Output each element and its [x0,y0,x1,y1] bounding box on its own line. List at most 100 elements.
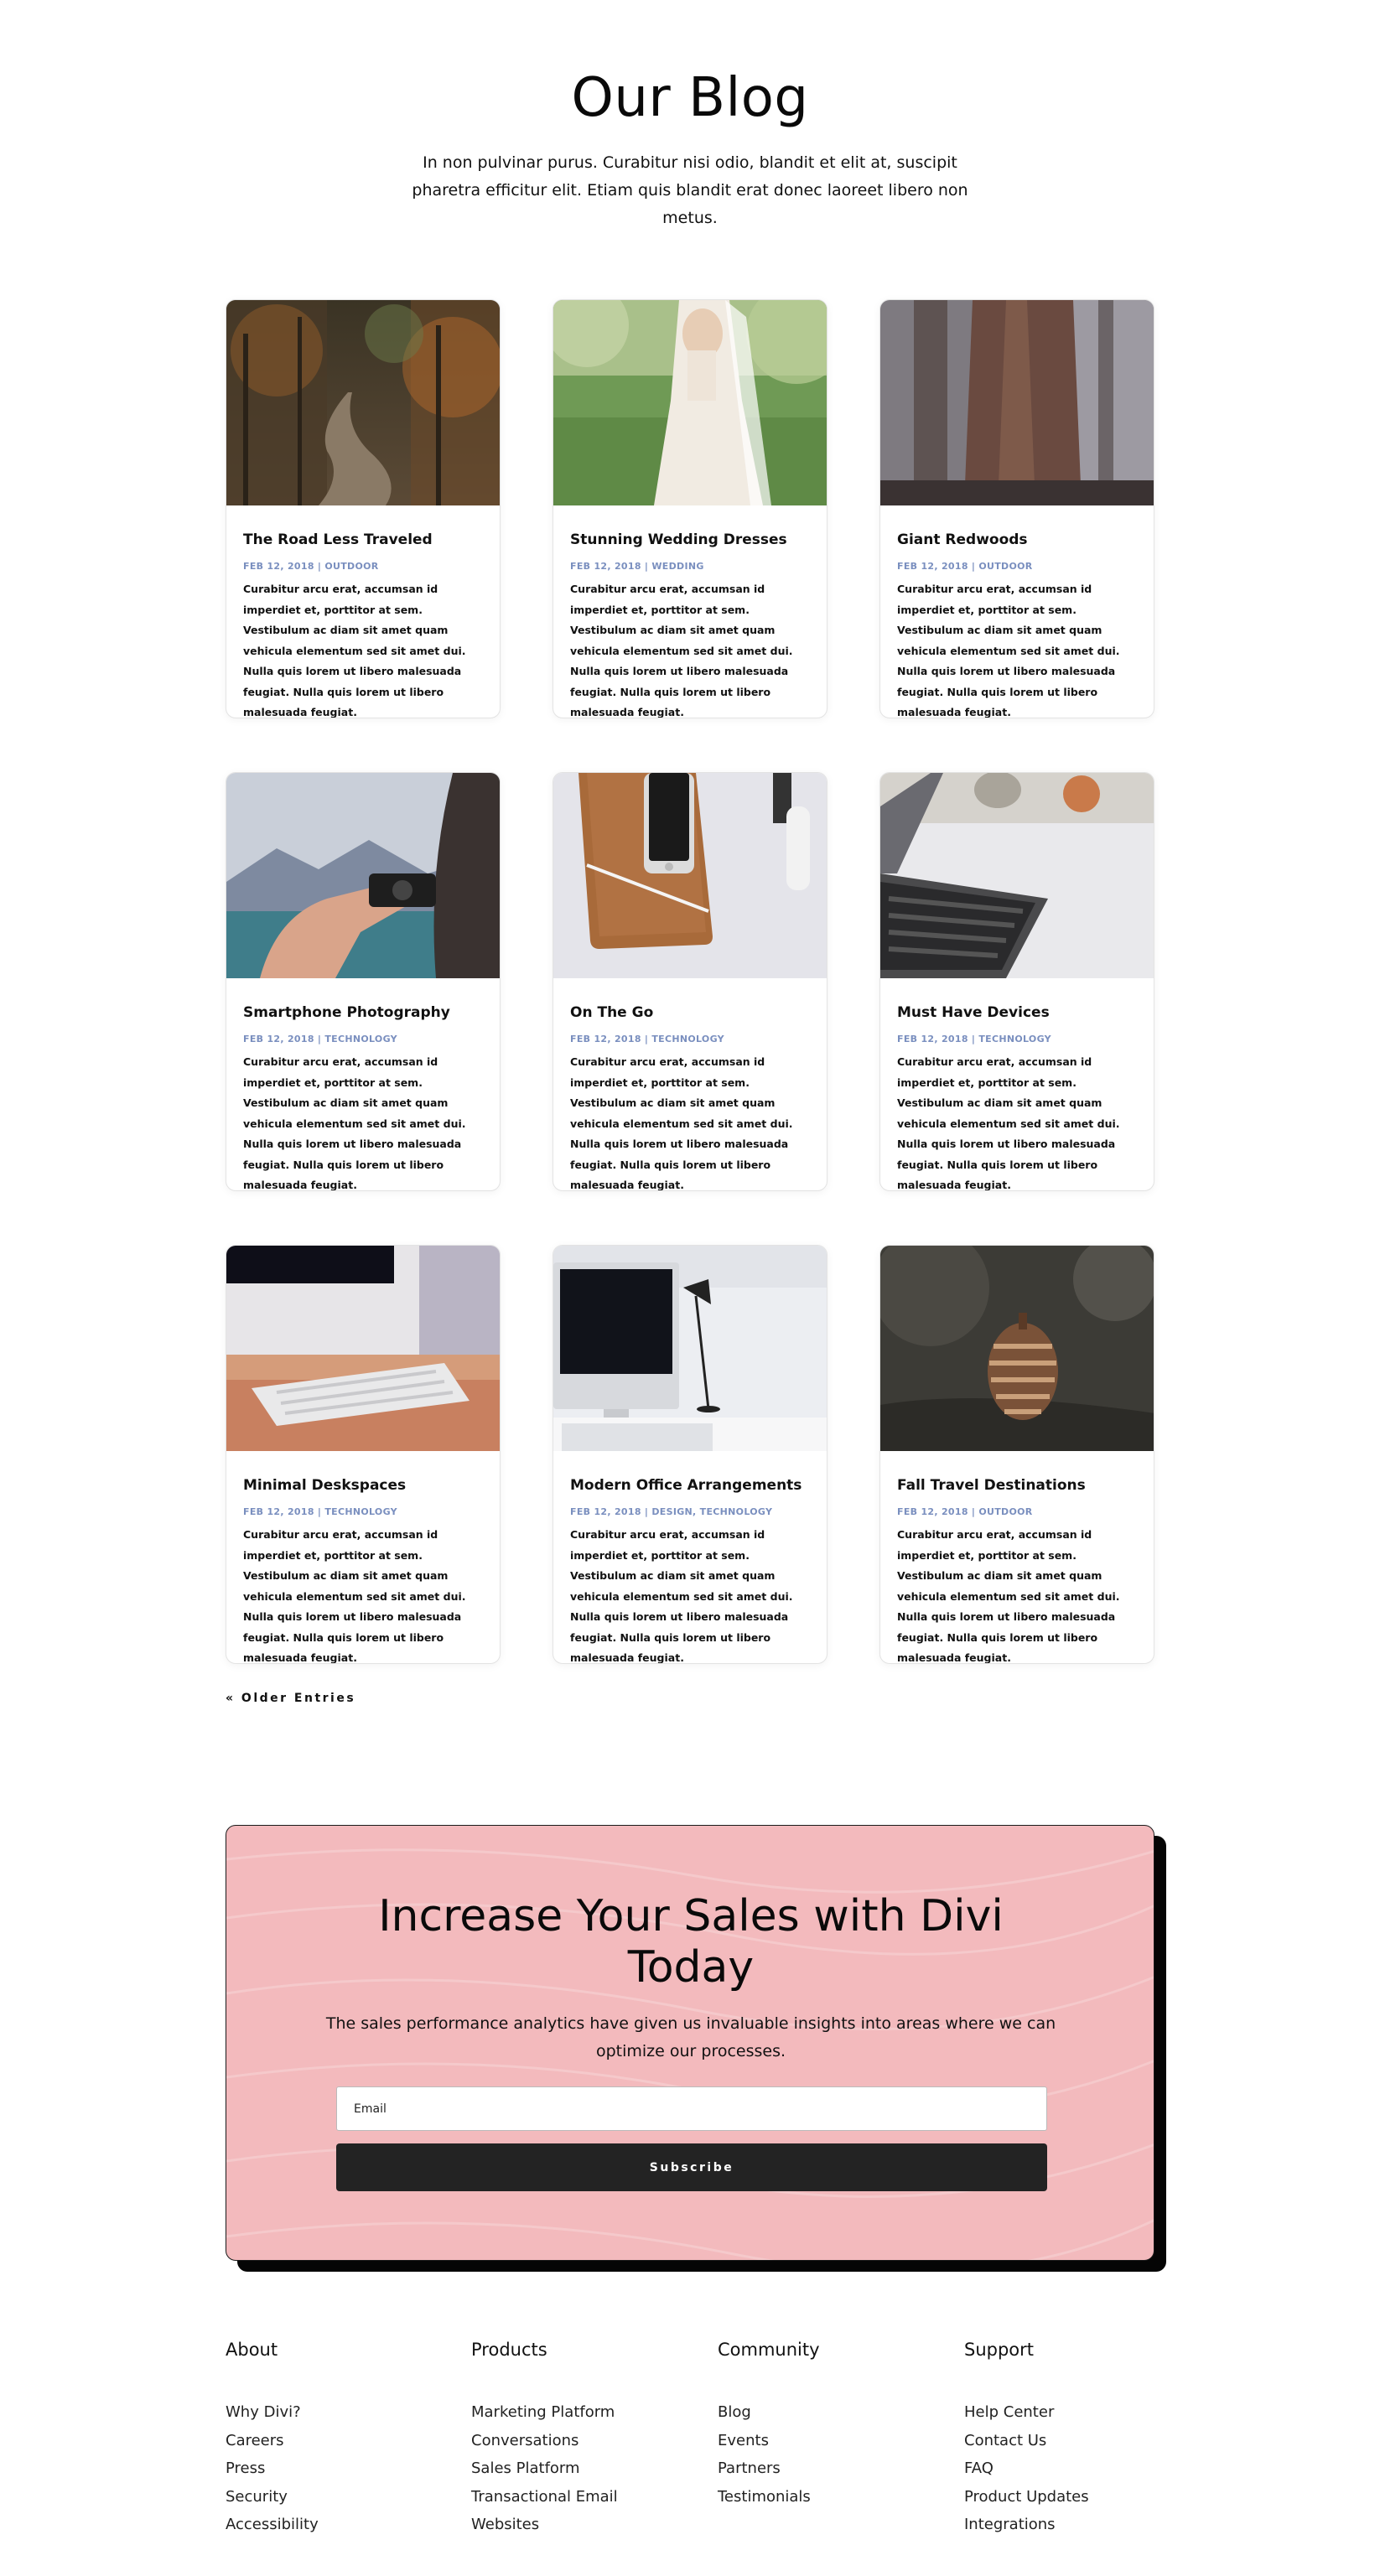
post-category-link[interactable]: OUTDOOR [978,561,1032,572]
footer-link[interactable]: Blog [718,2403,751,2421]
post-excerpt: Curabitur arcu erat, accumsan id imperdi… [897,583,1120,718]
footer-column-community: Community Blog Events Partners Testimoni… [718,2339,952,2511]
post-card[interactable]: Minimal Deskspaces FEB 12, 2018 | TECHNO… [226,1245,501,1664]
post-date: FEB 12, 2018 [897,1506,968,1517]
post-image-tablet-phone[interactable] [553,773,827,978]
footer-link[interactable]: Help Center [964,2403,1054,2421]
post-meta: FEB 12, 2018 | TECHNOLOGY [897,1034,1051,1044]
post-date: FEB 12, 2018 [570,561,641,572]
email-field[interactable] [336,2086,1047,2131]
footer-link[interactable]: Why Divi? [226,2403,301,2421]
post-card[interactable]: Giant Redwoods FEB 12, 2018 | OUTDOOR Cu… [879,299,1154,718]
footer-link[interactable]: Transactional Email [471,2488,618,2506]
footer-heading: About [226,2340,278,2360]
post-excerpt: Curabitur arcu erat, accumsan id imperdi… [897,1528,1120,1664]
footer-link[interactable]: Contact Us [964,2432,1046,2449]
post-meta: FEB 12, 2018 | OUTDOOR [897,1506,1033,1517]
page-title: Our Blog [571,67,809,129]
post-category-link[interactable]: DESIGN, TECHNOLOGY [651,1506,772,1517]
post-image-forest-road[interactable] [226,300,501,505]
newsletter-cta: Increase Your Sales with Divi Today The … [226,1825,1154,2261]
post-card[interactable]: Stunning Wedding Dresses FEB 12, 2018 | … [553,299,827,718]
post-image-office-desk[interactable] [553,1246,827,1451]
post-date: FEB 12, 2018 [570,1034,641,1044]
post-category-link[interactable]: WEDDING [651,561,703,572]
post-card[interactable]: On The Go FEB 12, 2018 | TECHNOLOGY Cura… [553,772,827,1191]
footer-link[interactable]: Events [718,2432,769,2449]
footer-heading: Community [718,2340,820,2360]
post-card[interactable]: Must Have Devices FEB 12, 2018 | TECHNOL… [879,772,1154,1191]
post-excerpt: Curabitur arcu erat, accumsan id imperdi… [570,1528,793,1664]
footer-heading: Support [964,2340,1035,2360]
post-card[interactable]: Smartphone Photography FEB 12, 2018 | TE… [226,772,501,1191]
footer-link[interactable]: Product Updates [964,2488,1089,2506]
footer-link[interactable]: Websites [471,2516,539,2533]
post-title[interactable]: Stunning Wedding Dresses [570,531,813,548]
post-title[interactable]: Modern Office Arrangements [570,1477,813,1494]
footer-link[interactable]: Integrations [964,2516,1056,2533]
post-title[interactable]: Giant Redwoods [897,531,1140,548]
post-category-link[interactable]: TECHNOLOGY [978,1034,1051,1044]
post-image-redwoods[interactable] [880,300,1154,505]
footer-link[interactable]: FAQ [964,2459,993,2477]
footer-heading: Products [471,2340,547,2360]
post-title[interactable]: Fall Travel Destinations [897,1477,1140,1494]
post-card[interactable]: Fall Travel Destinations FEB 12, 2018 | … [879,1245,1154,1664]
post-date: FEB 12, 2018 [570,1506,641,1517]
blog-grid: The Road Less Traveled FEB 12, 2018 | OU… [226,299,1154,1664]
post-image-smartphone-photo[interactable] [226,773,501,978]
post-meta: FEB 12, 2018 | WEDDING [570,561,704,572]
footer-link[interactable]: Marketing Platform [471,2403,615,2421]
post-title[interactable]: Minimal Deskspaces [243,1477,486,1494]
post-meta: FEB 12, 2018 | OUTDOOR [897,561,1033,572]
post-excerpt: Curabitur arcu erat, accumsan id imperdi… [243,1055,466,1191]
post-card[interactable]: The Road Less Traveled FEB 12, 2018 | OU… [226,299,501,718]
post-category-link[interactable]: TECHNOLOGY [324,1034,397,1044]
post-date: FEB 12, 2018 [243,561,314,572]
footer-link[interactable]: Sales Platform [471,2459,580,2477]
post-title[interactable]: On The Go [570,1004,813,1021]
post-meta: FEB 12, 2018 | TECHNOLOGY [243,1034,397,1044]
page-subtitle: In non pulvinar purus. Curabitur nisi od… [412,153,968,227]
cta-text: The sales performance analytics have giv… [325,2014,1056,2060]
footer-column-about: About Why Divi? Careers Press Security A… [226,2339,460,2539]
post-title[interactable]: The Road Less Traveled [243,531,486,548]
site-footer: About Why Divi? Careers Press Security A… [226,2339,1154,2557]
post-title[interactable]: Must Have Devices [897,1004,1140,1021]
post-excerpt: Curabitur arcu erat, accumsan id imperdi… [897,1055,1120,1191]
post-category-link[interactable]: TECHNOLOGY [651,1034,724,1044]
post-meta: FEB 12, 2018 | TECHNOLOGY [570,1034,724,1044]
post-category-link[interactable]: OUTDOOR [324,561,378,572]
footer-link[interactable]: Press [226,2459,265,2477]
footer-column-support: Support Help Center Contact Us FAQ Produ… [964,2339,1199,2539]
post-meta: FEB 12, 2018 | TECHNOLOGY [243,1506,397,1517]
post-date: FEB 12, 2018 [243,1034,314,1044]
post-title[interactable]: Smartphone Photography [243,1004,486,1021]
older-entries-link[interactable]: « Older Entries [226,1692,355,1705]
post-meta: FEB 12, 2018 | DESIGN, TECHNOLOGY [570,1506,773,1517]
footer-link[interactable]: Testimonials [718,2488,811,2506]
post-date: FEB 12, 2018 [897,1034,968,1044]
post-category-link[interactable]: TECHNOLOGY [324,1506,397,1517]
footer-link[interactable]: Careers [226,2432,284,2449]
post-excerpt: Curabitur arcu erat, accumsan id imperdi… [243,1528,466,1664]
post-excerpt: Curabitur arcu erat, accumsan id imperdi… [570,1055,793,1191]
footer-link[interactable]: Accessibility [226,2516,319,2533]
post-image-laptop[interactable] [880,773,1154,978]
post-category-link[interactable]: OUTDOOR [978,1506,1032,1517]
footer-link[interactable]: Security [226,2488,288,2506]
post-image-pinecone[interactable] [880,1246,1154,1451]
post-date: FEB 12, 2018 [897,561,968,572]
footer-column-products: Products Marketing Platform Conversation… [471,2339,706,2539]
post-date: FEB 12, 2018 [243,1506,314,1517]
footer-link[interactable]: Conversations [471,2432,578,2449]
post-excerpt: Curabitur arcu erat, accumsan id imperdi… [243,583,466,718]
post-meta: FEB 12, 2018 | OUTDOOR [243,561,379,572]
post-image-desk-keyboard[interactable] [226,1246,501,1451]
footer-link[interactable]: Partners [718,2459,781,2477]
subscribe-button[interactable]: Subscribe [336,2143,1047,2191]
post-image-wedding-dress[interactable] [553,300,827,505]
post-card[interactable]: Modern Office Arrangements FEB 12, 2018 … [553,1245,827,1664]
post-excerpt: Curabitur arcu erat, accumsan id imperdi… [570,583,793,718]
cta-title: Increase Your Sales with Divi Today [378,1891,1004,1993]
